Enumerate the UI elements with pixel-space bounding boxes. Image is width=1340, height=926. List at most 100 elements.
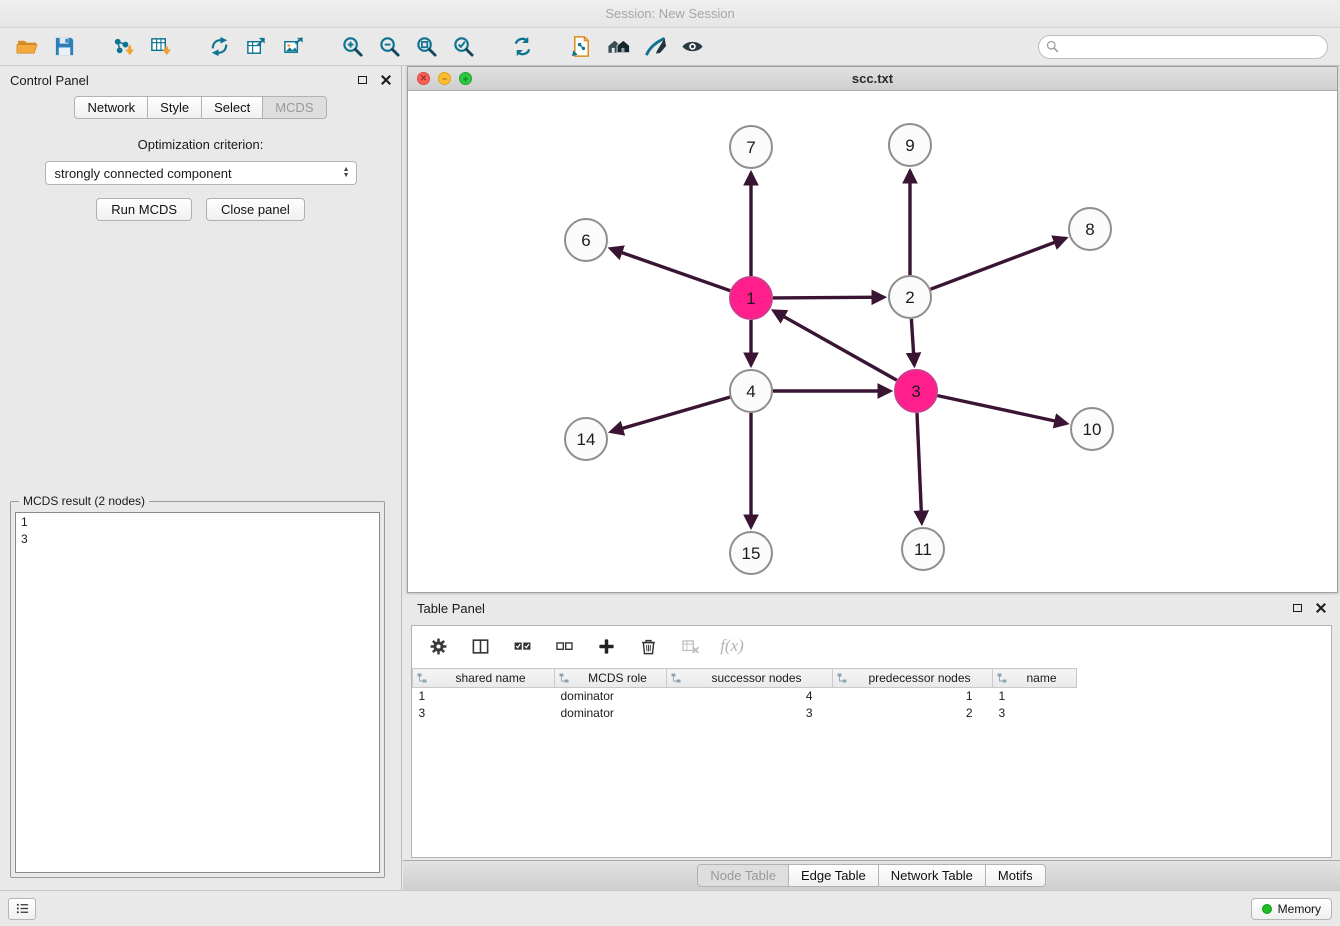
paint-style-button[interactable]	[640, 33, 670, 61]
home-button[interactable]	[603, 33, 633, 61]
refresh-icon	[511, 35, 534, 58]
tab-edge-table[interactable]: Edge Table	[788, 864, 879, 887]
apply-layout-button[interactable]	[507, 33, 537, 61]
save-session-button[interactable]	[49, 33, 79, 61]
close-mcds-panel-button[interactable]: Close panel	[206, 198, 305, 221]
node-8[interactable]: 8	[1069, 208, 1111, 250]
zoom-selected-icon	[452, 35, 475, 58]
column-header-mcds-role[interactable]: MCDS role	[555, 669, 667, 688]
float-panel-icon[interactable]	[358, 76, 367, 84]
criterion-select[interactable]: strongly connected component	[45, 161, 357, 185]
node-9[interactable]: 9	[889, 124, 931, 166]
table-cell[interactable]: 1	[993, 688, 1077, 705]
column-header-successor-nodes[interactable]: successor nodes	[667, 669, 833, 688]
minimize-window-icon[interactable]	[438, 72, 451, 85]
table-row[interactable]: 3dominator323	[413, 705, 1077, 722]
export-image-button[interactable]	[278, 33, 308, 61]
edge-2-8[interactable]	[931, 238, 1066, 289]
memory-button[interactable]: Memory	[1251, 898, 1332, 920]
node-2[interactable]: 2	[889, 276, 931, 318]
mcds-buttons-row: Run MCDS Close panel	[0, 198, 401, 221]
create-column-button[interactable]	[594, 634, 618, 658]
edge-1-6[interactable]	[611, 249, 731, 291]
export-network-button[interactable]	[204, 33, 234, 61]
edge-4-14[interactable]	[611, 397, 730, 432]
zoom-fit-button[interactable]	[411, 33, 441, 61]
mcds-result-list[interactable]: 13	[15, 512, 380, 873]
search-input[interactable]	[1038, 35, 1328, 59]
node-4[interactable]: 4	[730, 370, 772, 412]
zoom-selected-button[interactable]	[448, 33, 478, 61]
node-7[interactable]: 7	[730, 126, 772, 168]
control-panel-title: Control Panel	[10, 73, 89, 88]
open-folder-icon	[16, 35, 39, 58]
show-details-button[interactable]	[677, 33, 707, 61]
toolbar-separator	[86, 46, 101, 47]
node-3[interactable]: 3	[895, 370, 937, 412]
tab-network[interactable]: Network	[74, 96, 148, 119]
save-icon	[53, 35, 76, 58]
show-column-button[interactable]	[468, 634, 492, 658]
tab-style[interactable]: Style	[147, 96, 202, 119]
table-cell[interactable]: dominator	[555, 705, 667, 722]
tab-node-table[interactable]: Node Table	[697, 864, 789, 887]
tab-network-table[interactable]: Network Table	[878, 864, 986, 887]
zoom-window-icon[interactable]	[459, 72, 472, 85]
delete-column-button[interactable]	[636, 634, 660, 658]
table-cell[interactable]: 3	[667, 705, 833, 722]
open-session-button[interactable]	[12, 33, 42, 61]
unselect-all-columns-button[interactable]	[552, 634, 576, 658]
edge-1-2[interactable]	[773, 297, 884, 298]
table-mode-button[interactable]	[426, 634, 450, 658]
node-1[interactable]: 1	[730, 277, 772, 319]
zoom-in-button[interactable]	[337, 33, 367, 61]
column-header-shared-name[interactable]: shared name	[413, 669, 555, 688]
column-header-predecessor-nodes[interactable]: predecessor nodes	[833, 669, 993, 688]
edge-3-11[interactable]	[917, 413, 922, 523]
import-table-button[interactable]	[145, 33, 175, 61]
table-cell[interactable]: 3	[413, 705, 555, 722]
node-14[interactable]: 14	[565, 418, 607, 460]
node-10[interactable]: 10	[1071, 408, 1113, 450]
zoom-in-icon	[341, 35, 364, 58]
table-cell[interactable]: 1	[833, 688, 993, 705]
table-cell[interactable]: 2	[833, 705, 993, 722]
select-all-columns-button[interactable]	[510, 634, 534, 658]
node-11[interactable]: 11	[902, 528, 944, 570]
svg-text:3: 3	[911, 382, 920, 401]
column-label: predecessor nodes	[868, 671, 970, 685]
table-cell[interactable]: dominator	[555, 688, 667, 705]
tab-motifs[interactable]: Motifs	[985, 864, 1046, 887]
network-window-titlebar[interactable]: scc.txt	[408, 67, 1337, 91]
run-mcds-button[interactable]: Run MCDS	[96, 198, 192, 221]
main-toolbar	[0, 28, 1340, 66]
edge-3-10[interactable]	[938, 396, 1067, 424]
import-network-button[interactable]	[108, 33, 138, 61]
table-row[interactable]: 1dominator411	[413, 688, 1077, 705]
search-container	[1038, 35, 1328, 59]
edge-2-3[interactable]	[911, 319, 914, 365]
table-cell[interactable]: 4	[667, 688, 833, 705]
node-6[interactable]: 6	[565, 219, 607, 261]
svg-text:14: 14	[577, 430, 596, 449]
column-header-name[interactable]: name	[993, 669, 1077, 688]
status-list-button[interactable]	[8, 898, 36, 920]
close-panel-icon[interactable]	[381, 75, 391, 85]
tab-select[interactable]: Select	[201, 96, 263, 119]
close-window-icon[interactable]	[417, 72, 430, 85]
edge-3-1[interactable]	[774, 311, 897, 380]
network-overview-button[interactable]	[566, 33, 596, 61]
export-table-button[interactable]	[241, 33, 271, 61]
plus-icon	[597, 637, 616, 656]
eye-icon	[681, 35, 704, 58]
window-titlebar[interactable]: Session: New Session	[0, 0, 1340, 28]
network-canvas[interactable]: 7 9 6 8 1 2 4 3 14 10 15 11	[408, 91, 1337, 592]
node-15[interactable]: 15	[730, 532, 772, 574]
table-tabs-strip: Node TableEdge TableNetwork TableMotifs	[403, 860, 1340, 890]
table-cell[interactable]: 1	[413, 688, 555, 705]
close-table-panel-icon[interactable]	[1316, 603, 1326, 613]
table-cell[interactable]: 3	[993, 705, 1077, 722]
tab-mcds[interactable]: MCDS	[262, 96, 326, 119]
zoom-out-button[interactable]	[374, 33, 404, 61]
float-table-panel-icon[interactable]	[1293, 604, 1302, 612]
